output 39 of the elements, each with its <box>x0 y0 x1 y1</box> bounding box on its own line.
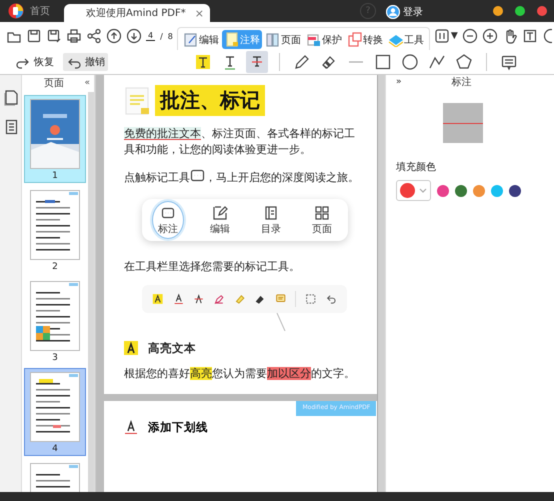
panel-title: 标注 <box>452 76 472 89</box>
ribbon-tab[interactable]: 转换 <box>344 30 385 49</box>
document-tab[interactable]: 欢迎使用Amind PDF* × <box>64 4 210 22</box>
login-link[interactable]: 登录 <box>403 5 423 19</box>
body-paragraph: 免费的批注文本、标注页面、各式各样的标记工具和功能，让您的阅读体验更进一步。 <box>124 126 356 158</box>
body-paragraph: 点触标记工具 ，马上开启您的深度阅读之旅。 <box>124 168 366 187</box>
page-number: 4 <box>52 444 58 454</box>
page-separator: / <box>160 32 163 40</box>
expand-panel-button[interactable]: » <box>396 77 402 87</box>
page-thumbnail[interactable]: 3 <box>24 277 86 365</box>
ribbon-tab[interactable]: 页面 <box>262 30 303 49</box>
page-total: 8 <box>168 32 173 40</box>
page-number: 3 <box>52 353 58 363</box>
page-number: 1 <box>52 171 58 181</box>
section-heading: 添加下划线 <box>148 420 208 435</box>
ribbon-tab[interactable]: 编辑 <box>180 30 221 49</box>
page-number-field[interactable]: 4 <box>146 31 156 41</box>
tool-card-item: 目录 <box>256 202 286 238</box>
home-tab[interactable]: 首页 <box>30 4 60 22</box>
page-number: 2 <box>52 262 58 272</box>
tool-card-item: 编辑 <box>205 202 236 238</box>
section-heading: 高亮文本 <box>148 340 196 356</box>
page-thumbnail[interactable]: 2 <box>24 186 86 274</box>
tool-card-item: 标注 <box>152 200 184 239</box>
tool-card-item: 页面 <box>307 202 338 238</box>
collapse-panel-button[interactable]: « <box>84 78 90 88</box>
ribbon-tab[interactable]: 保护 <box>304 30 344 49</box>
panel-title: 页面 <box>44 77 64 90</box>
body-paragraph: 在工具栏里选择您需要的标记工具。 <box>124 258 301 275</box>
dropdown-caret[interactable]: ▼ <box>450 31 458 41</box>
page-thumbnail[interactable]: 4 <box>24 368 86 456</box>
undo-button[interactable]: 撤销 <box>63 53 108 71</box>
redo-button[interactable]: 恢复 <box>12 53 57 71</box>
ribbon-tab[interactable]: 工具 <box>386 30 426 49</box>
body-paragraph: 根据您的喜好高亮您认为需要加以区分的文字。 <box>124 366 356 382</box>
page-heading: 批注、标记 <box>155 85 265 116</box>
fill-color-label: 填充颜色 <box>396 160 437 174</box>
close-button[interactable]: × <box>194 6 204 20</box>
page-thumbnail[interactable]: 1 <box>24 95 86 183</box>
